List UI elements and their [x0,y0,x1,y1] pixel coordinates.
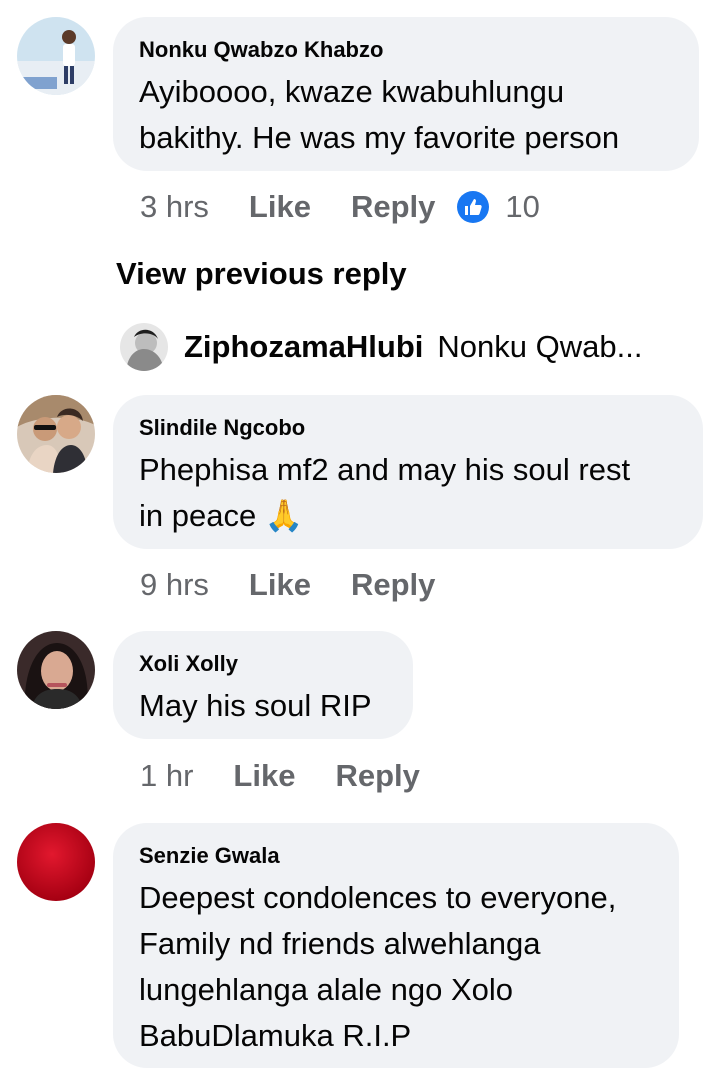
reply-button[interactable]: Reply [335,758,419,794]
comment-bubble: Nonku Qwabzo Khabzo Ayiboooo, kwaze kwab… [113,17,699,171]
comment-time[interactable]: 9 hrs [140,567,209,603]
comment-text: May his soul RIP [139,688,372,723]
comment-text: Phephisa mf2 and may his soul rest in pe… [139,452,631,533]
comment-actions: 1 hr Like Reply [140,756,460,796]
comment-author[interactable]: Senzie Gwala [139,843,653,869]
reaction-count: 10 [505,189,540,224]
avatar-nonku[interactable] [17,17,95,95]
comment-actions: 3 hrs Like Reply 10 [140,187,540,227]
comment-author[interactable]: Nonku Qwabzo Khabzo [139,37,673,63]
like-button[interactable]: Like [249,567,311,603]
comment-time[interactable]: 1 hr [140,758,193,794]
comment-bubble: Slindile Ngcobo Phephisa mf2 and may his… [113,395,703,549]
comment-time[interactable]: 3 hrs [140,189,209,225]
avatar-slindile[interactable] [17,395,95,473]
reaction-summary[interactable]: 10 [457,189,540,225]
comment-author[interactable]: Xoli Xolly [139,651,387,677]
comment-author[interactable]: Slindile Ngcobo [139,415,677,441]
comment-text: Ayiboooo, kwaze kwabuhlungu bakithy. He … [139,74,620,155]
comment-actions: 9 hrs Like Reply [140,565,475,605]
view-previous-reply-link[interactable]: View previous reply [116,256,407,292]
like-button[interactable]: Like [249,189,311,225]
avatar-xoli[interactable] [17,631,95,709]
reply-button[interactable]: Reply [351,189,435,225]
reply-text: Nonku Qwab... [437,329,643,364]
reply-preview[interactable]: ZiphozamaHlubi Nonku Qwab... [120,322,642,372]
avatar-ziphozama [120,323,168,371]
comment-bubble: Xoli Xolly May his soul RIP [113,631,413,739]
reply-button[interactable]: Reply [351,567,435,603]
comment-bubble: Senzie Gwala Deepest condolences to ever… [113,823,679,1068]
like-button[interactable]: Like [233,758,295,794]
reply-author[interactable]: ZiphozamaHlubi [184,329,423,365]
comment-text: Deepest condolences to everyone, Family … [139,880,617,1053]
like-thumb-icon [457,191,490,223]
avatar-senzie[interactable] [17,823,95,901]
